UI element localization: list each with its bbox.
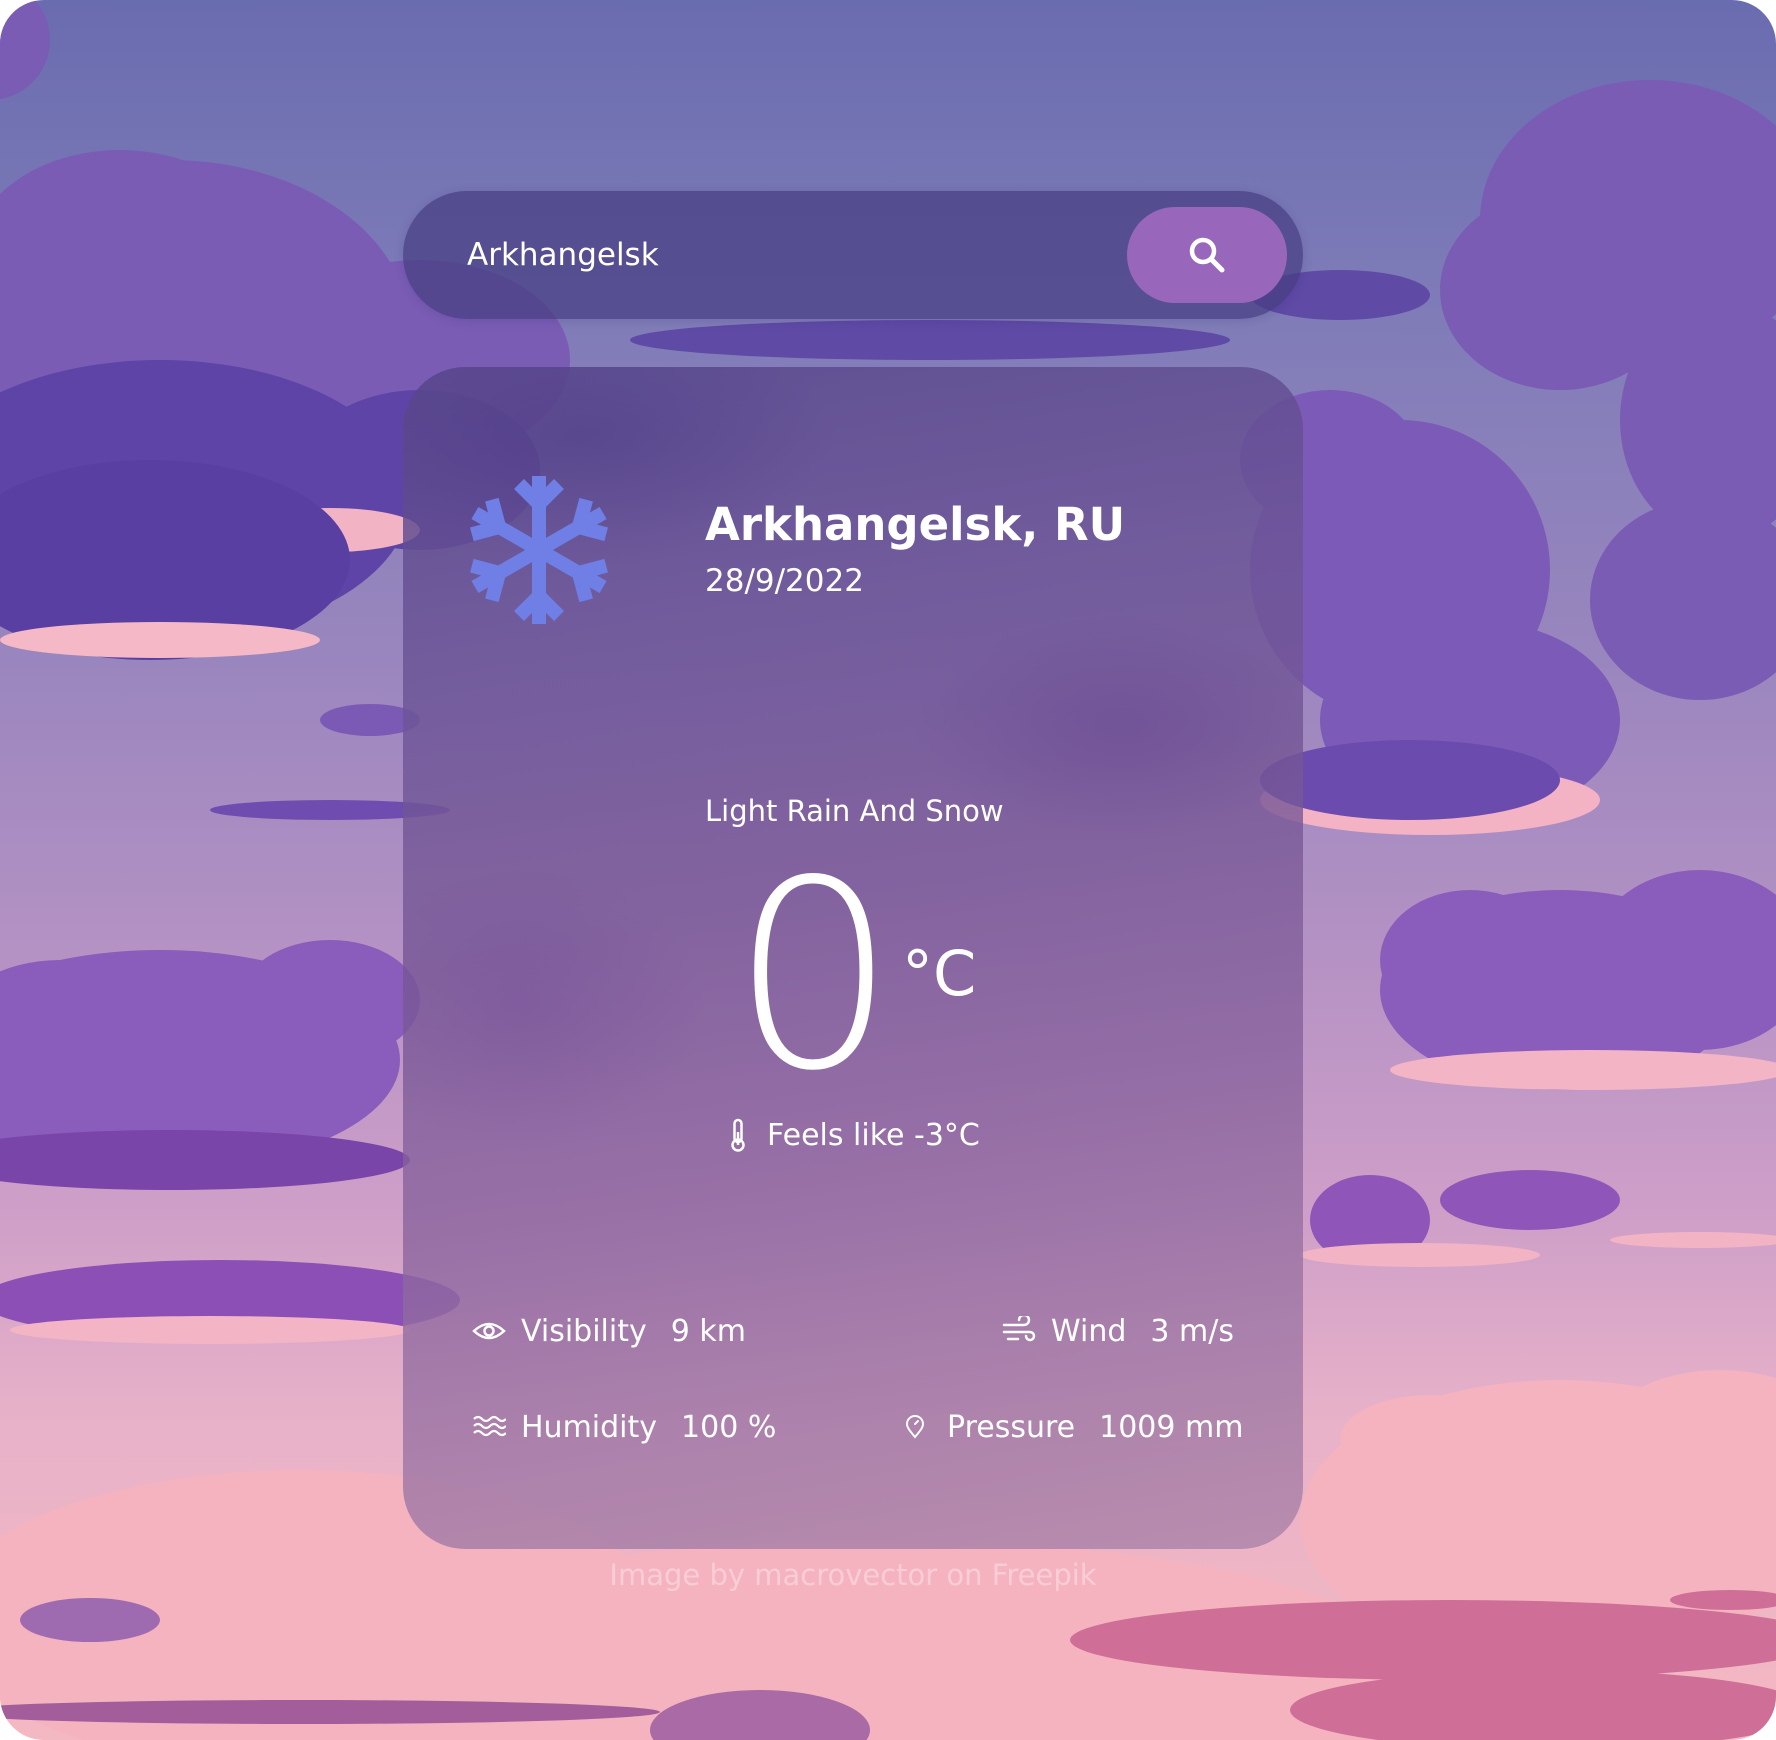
wind-icon	[1001, 1313, 1037, 1349]
city-search-input[interactable]	[467, 225, 1107, 285]
stat-value: 100 %	[681, 1409, 777, 1445]
stat-wind: Wind 3 m/s	[1001, 1311, 1234, 1351]
stat-pressure: Pressure 1009 mm	[897, 1407, 1243, 1447]
thermometer-icon	[729, 1118, 747, 1152]
pressure-icon	[897, 1409, 933, 1445]
humidity-icon	[471, 1409, 507, 1445]
feels-like-row: Feels like -3°C	[729, 1115, 980, 1155]
stat-value: 9 km	[670, 1313, 746, 1349]
weather-app: Arkhangelsk, RU 28/9/2022 Light Rain And…	[0, 0, 1776, 1740]
search-button[interactable]	[1127, 207, 1287, 303]
search-icon	[1187, 235, 1227, 275]
temperature-unit: °C	[902, 937, 977, 1010]
eye-icon	[471, 1313, 507, 1349]
stat-value: 1009 mm	[1099, 1409, 1244, 1445]
stat-humidity: Humidity 100 %	[471, 1407, 776, 1447]
snowflake-icon	[467, 473, 611, 627]
image-credit: Image by macrovector on Freepik	[609, 1558, 1097, 1592]
stat-visibility: Visibility 9 km	[471, 1311, 746, 1351]
city-name: Arkhangelsk, RU	[705, 498, 1126, 551]
stat-label: Wind	[1051, 1313, 1127, 1349]
search-bar	[403, 191, 1303, 319]
stat-label: Pressure	[947, 1409, 1076, 1445]
temperature-value: 0	[731, 826, 897, 1128]
feels-like-text: Feels like -3°C	[767, 1117, 980, 1153]
stat-label: Visibility	[521, 1313, 647, 1349]
stat-label: Humidity	[521, 1409, 658, 1445]
stat-value: 3 m/s	[1150, 1313, 1234, 1349]
current-date: 28/9/2022	[705, 563, 864, 599]
weather-condition: Light Rain And Snow	[705, 794, 1004, 828]
weather-card: Arkhangelsk, RU 28/9/2022 Light Rain And…	[403, 367, 1303, 1549]
